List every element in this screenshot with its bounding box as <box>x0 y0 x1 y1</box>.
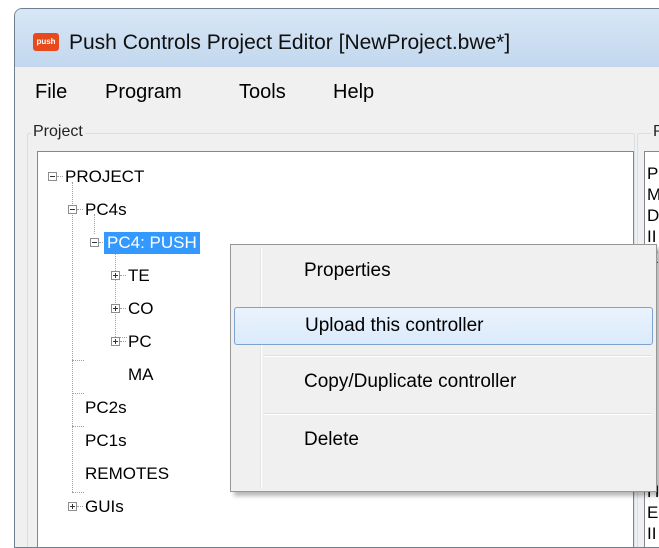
tree-node-te[interactable]: TE <box>125 265 153 287</box>
tree-guide-line <box>72 426 84 427</box>
menu-item-properties[interactable]: Properties <box>234 252 653 290</box>
tree-guide-line <box>72 492 84 493</box>
menu-separator <box>264 355 652 357</box>
expand-icon[interactable] <box>111 304 120 313</box>
property-row: P <box>647 164 659 183</box>
property-row: E <box>647 503 659 522</box>
project-group-label: Project <box>31 123 85 141</box>
menu-item-copy-duplicate[interactable]: Copy/Duplicate controller <box>234 363 653 401</box>
menu-tools[interactable]: Tools <box>233 79 292 106</box>
collapse-icon[interactable] <box>48 172 57 181</box>
properties-group-label: P <box>651 123 659 141</box>
expand-icon[interactable] <box>111 271 120 280</box>
menu-help[interactable]: Help <box>327 79 380 106</box>
menu-item-delete[interactable]: Delete <box>234 421 653 459</box>
expand-icon[interactable] <box>111 337 120 346</box>
tree-node-ma[interactable]: MA <box>125 364 157 386</box>
property-row: M <box>647 185 659 205</box>
context-menu: Properties Upload this controller Copy/D… <box>230 244 657 492</box>
collapse-icon[interactable] <box>68 205 77 214</box>
tree-guide-line <box>115 247 116 337</box>
tree-guide-line <box>72 393 84 394</box>
tree-node-pc4s[interactable]: PC4s <box>82 199 130 221</box>
property-row: II <box>647 524 657 543</box>
app-logo-icon: push <box>33 33 59 51</box>
tree-node-co[interactable]: CO <box>125 298 157 320</box>
tree-node-pc2s[interactable]: PC2s <box>82 397 130 419</box>
tree-node-pc1s[interactable]: PC1s <box>82 430 130 452</box>
menu-bar: File Program Tools Help <box>15 67 659 111</box>
tree-node-pc4-push[interactable]: PC4: PUSH <box>104 232 200 254</box>
tree-node-project[interactable]: PROJECT <box>62 166 147 188</box>
window-title: Push Controls Project Editor [NewProject… <box>69 31 511 54</box>
property-row: D <box>647 206 659 225</box>
menu-separator <box>264 413 652 415</box>
tree-guide-line <box>72 360 84 361</box>
menu-file[interactable]: File <box>29 79 73 106</box>
expand-icon[interactable] <box>68 502 77 511</box>
menu-program[interactable]: Program <box>99 79 188 106</box>
tree-node-remotes[interactable]: REMOTES <box>82 463 172 485</box>
title-bar[interactable]: push Push Controls Project Editor [NewPr… <box>15 9 659 68</box>
collapse-icon[interactable] <box>90 238 99 247</box>
menu-item-upload-controller[interactable]: Upload this controller <box>234 307 653 345</box>
tree-node-guis[interactable]: GUIs <box>82 496 127 518</box>
tree-guide-line <box>72 182 73 492</box>
tree-node-pc[interactable]: PC <box>125 331 155 353</box>
